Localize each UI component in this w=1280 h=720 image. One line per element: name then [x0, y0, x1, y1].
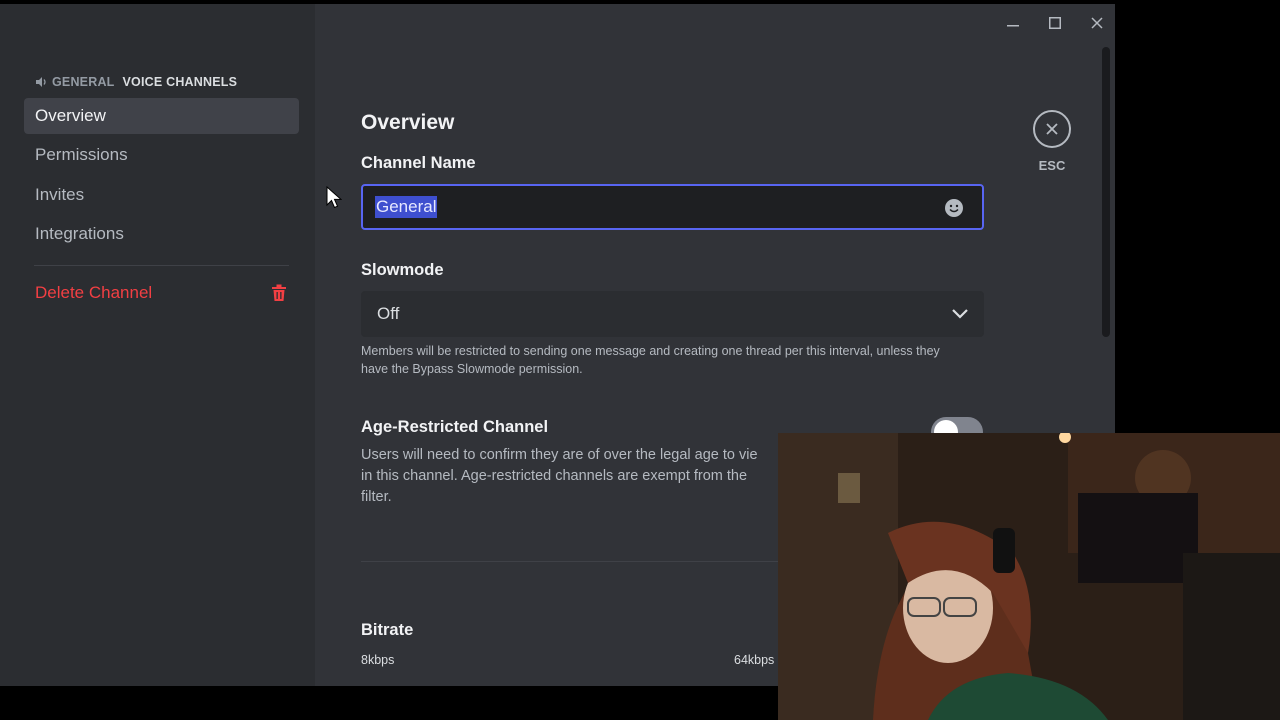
bitrate-label: Bitrate: [361, 621, 414, 639]
sidebar-item-label: Integrations: [35, 224, 124, 243]
sidebar-item-label: Permissions: [35, 145, 128, 164]
mouse-cursor-icon: [326, 186, 342, 209]
channel-name-value: General: [375, 196, 438, 218]
esc-label: ESC: [1038, 158, 1066, 173]
close-settings-button[interactable]: [1033, 110, 1071, 148]
slowmode-help-text: Members will be restricted to sending on…: [361, 344, 940, 376]
channel-name-input[interactable]: General: [361, 184, 984, 230]
bitrate-min-label: 8kbps: [361, 653, 395, 667]
header-channel-name: GENERAL: [52, 75, 115, 89]
emoji-icon[interactable]: [944, 198, 964, 218]
speaker-icon: [36, 77, 46, 87]
sidebar-item-invites[interactable]: Invites: [24, 177, 299, 213]
sidebar-item-label: Overview: [35, 106, 106, 125]
minimize-button[interactable]: [999, 12, 1027, 34]
settings-sidebar: GENERAL VOICE CHANNELS Overview Permissi…: [0, 4, 315, 686]
sidebar-item-overview[interactable]: Overview: [24, 98, 299, 134]
sidebar-item-permissions[interactable]: Permissions: [24, 137, 299, 173]
sidebar-divider: [34, 265, 289, 266]
chevron-down-icon: [952, 309, 968, 319]
sidebar-item-label: Invites: [35, 185, 85, 204]
webcam-image: [778, 433, 1280, 720]
page-title: Overview: [361, 111, 455, 134]
sidebar-header: GENERAL VOICE CHANNELS: [35, 75, 237, 89]
window-close-button[interactable]: [1083, 12, 1111, 34]
slowmode-select[interactable]: Off: [361, 291, 984, 337]
channel-name-label: Channel Name: [361, 154, 476, 172]
bitrate-max-label: 64kbps: [734, 653, 775, 667]
sidebar-item-integrations[interactable]: Integrations: [24, 216, 299, 252]
close-icon: [1091, 17, 1103, 29]
slowmode-label: Slowmode: [361, 261, 444, 279]
scrollbar[interactable]: [1102, 47, 1110, 337]
delete-channel-label: Delete Channel: [35, 283, 153, 302]
close-settings[interactable]: ESC: [1031, 110, 1073, 173]
trash-icon: [272, 284, 286, 301]
slowmode-value: Off: [377, 304, 400, 323]
maximize-button[interactable]: [1041, 12, 1069, 34]
header-category-name: VOICE CHANNELS: [122, 75, 238, 89]
age-restricted-label: Age-Restricted Channel: [361, 418, 549, 436]
delete-channel-button[interactable]: Delete Channel: [24, 275, 299, 311]
close-icon: [1046, 123, 1058, 135]
minimize-icon: [1007, 25, 1019, 27]
maximize-icon: [1049, 17, 1061, 29]
webcam-overlay: [778, 433, 1280, 720]
